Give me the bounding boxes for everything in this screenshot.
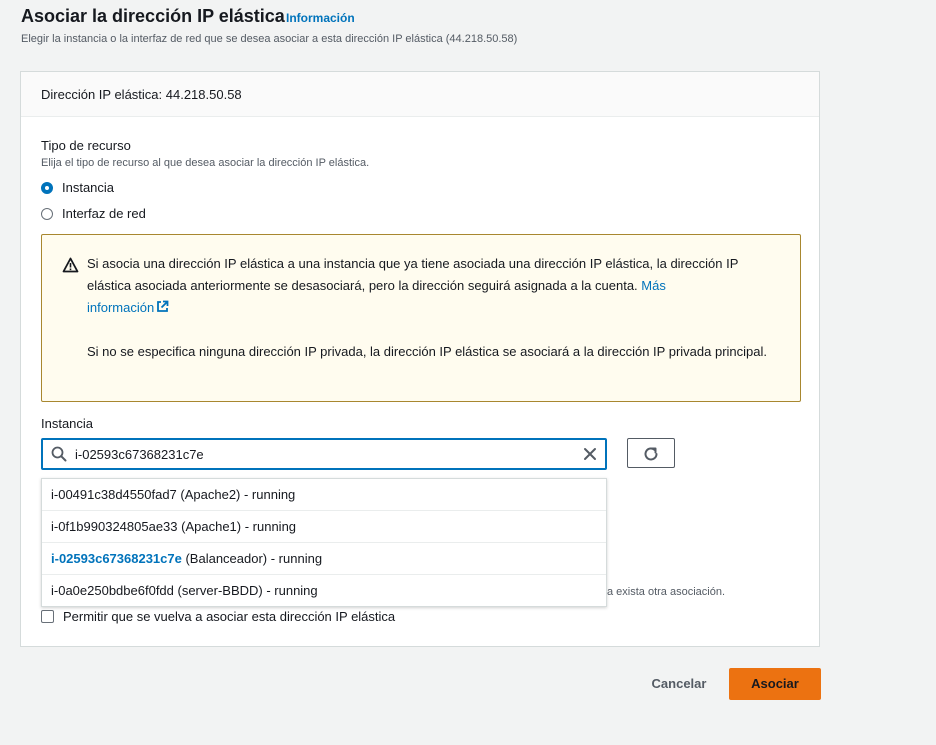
reassociate-checkbox-row[interactable]: Permitir que se vuelva a asociar esta di… xyxy=(41,609,395,624)
instance-label: Instancia xyxy=(41,416,94,431)
instance-option[interactable]: i-0a0e250bdbe6f0fdd (server-BBDD) - runn… xyxy=(42,574,606,606)
warning-alert: Si asocia una dirección IP elástica a un… xyxy=(41,234,801,402)
panel-header: Dirección IP elástica: 44.218.50.58 xyxy=(21,72,819,117)
option-id: i-0f1b990324805ae33 xyxy=(51,519,178,534)
instance-dropdown: i-00491c38d4550fad7 (Apache2) - running … xyxy=(41,478,607,607)
instance-search-box[interactable] xyxy=(41,438,607,470)
page-title: Asociar la dirección IP elástica xyxy=(21,6,285,26)
more-info-link-part1: Más xyxy=(641,278,666,293)
instance-option[interactable]: i-0f1b990324805ae33 (Apache1) - running xyxy=(42,510,606,542)
instance-option[interactable]: i-00491c38d4550fad7 (Apache2) - running xyxy=(42,478,606,510)
reassociate-label: Permitir que se vuelva a asociar esta di… xyxy=(63,609,396,624)
associate-button[interactable]: Asociar xyxy=(729,668,821,700)
option-id: i-00491c38d4550fad7 xyxy=(51,487,177,502)
external-link-icon xyxy=(157,300,169,312)
option-detail: (Apache2) - running xyxy=(176,487,296,502)
info-link[interactable]: Información xyxy=(286,11,355,25)
resource-type-description: Elija el tipo de recurso al que desea as… xyxy=(41,157,370,169)
radio-network-interface-label: Interfaz de red xyxy=(62,206,146,221)
radio-network-interface[interactable]: Interfaz de red xyxy=(41,206,146,221)
association-panel: Dirección IP elástica: 44.218.50.58 Tipo… xyxy=(20,71,820,647)
radio-button-network-interface[interactable] xyxy=(41,207,53,220)
option-id-highlighted: i-02593c67368231c7e xyxy=(51,551,182,566)
refresh-icon xyxy=(644,447,658,461)
instance-search-input[interactable] xyxy=(75,444,565,464)
cancel-button[interactable]: Cancelar xyxy=(636,668,722,700)
option-detail: (Apache1) - running xyxy=(177,519,297,534)
alert-secondary-text: Si no se especifica ninguna dirección IP… xyxy=(87,344,767,359)
alert-main-text: Si asocia una dirección IP elástica a un… xyxy=(87,253,777,319)
page-description: Elegir la instancia o la interfaz de red… xyxy=(21,33,518,45)
instance-option-highlighted[interactable]: i-02593c67368231c7e (Balanceador) - runn… xyxy=(42,542,606,574)
elastic-ip-header: Dirección IP elástica: 44.218.50.58 xyxy=(41,87,242,102)
warning-icon xyxy=(62,257,79,273)
clear-icon[interactable] xyxy=(583,447,597,461)
radio-button-instance[interactable] xyxy=(41,181,53,194)
refresh-button[interactable] xyxy=(627,438,675,468)
search-icon xyxy=(51,446,67,462)
more-info-link-part2: información xyxy=(87,300,155,315)
option-detail: (Balanceador) - running xyxy=(181,551,323,566)
option-id: i-0a0e250bdbe6f0fdd xyxy=(51,583,174,598)
option-detail: (server-BBDD) - running xyxy=(173,583,318,598)
reassociate-checkbox[interactable] xyxy=(41,610,54,623)
resource-type-label: Tipo de recurso xyxy=(41,138,131,153)
partially-hidden-hint: a exista otra asociación. xyxy=(607,586,726,598)
radio-instance[interactable]: Instancia xyxy=(41,180,114,195)
radio-instance-label: Instancia xyxy=(62,180,115,195)
